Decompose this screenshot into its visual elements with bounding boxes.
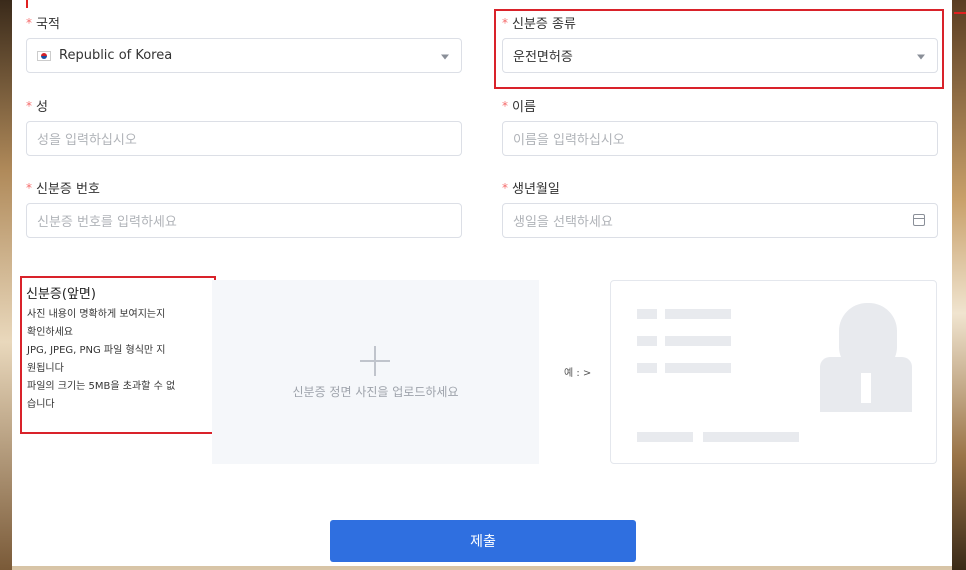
instruction-line: 확인하세요 xyxy=(27,327,73,338)
instruction-line: JPG, JPEG, PNG 파일 형식만 지 xyxy=(27,345,166,356)
card-line xyxy=(637,432,693,442)
nationality-label: * 국적 xyxy=(26,13,60,33)
card-line xyxy=(637,309,657,319)
nationality-value: Republic of Korea xyxy=(59,48,173,63)
example-id-card xyxy=(610,280,937,464)
calendar-icon xyxy=(913,214,925,226)
chevron-down-icon xyxy=(441,54,449,59)
surname-input[interactable]: 성을 입력하십시오 xyxy=(26,121,462,156)
id-front-title: 신분증(앞면) xyxy=(26,287,96,302)
person-icon xyxy=(839,303,897,373)
id-number-placeholder: 신분증 번호를 입력하세요 xyxy=(37,215,177,230)
instruction-line: 원됩니다 xyxy=(27,363,64,374)
instruction-line: 파일의 크기는 5MB을 초과할 수 없 xyxy=(27,381,176,392)
given-name-label-text: 이름 xyxy=(512,100,536,115)
background-right xyxy=(952,0,966,570)
submit-button[interactable]: 제출 xyxy=(330,520,636,562)
plus-icon-bar xyxy=(360,360,390,362)
required-mark: * xyxy=(26,180,32,195)
verification-form: * 국적 Republic of Korea * 신분증 종류 운전면허증 * … xyxy=(12,0,952,566)
highlight-marker xyxy=(954,12,966,14)
given-name-placeholder: 이름을 입력하십시오 xyxy=(513,133,625,148)
instruction-line: 습니다 xyxy=(27,399,55,410)
card-line xyxy=(637,336,657,346)
required-mark: * xyxy=(502,180,508,195)
surname-label: * 성 xyxy=(26,96,48,116)
id-number-input[interactable]: 신분증 번호를 입력하세요 xyxy=(26,203,462,238)
given-name-input[interactable]: 이름을 입력하십시오 xyxy=(502,121,938,156)
birth-date-label: * 생년월일 xyxy=(502,178,560,198)
instruction-line: 사진 내용이 명확하게 보여지는지 xyxy=(27,309,166,320)
korea-flag-icon xyxy=(37,50,51,61)
birth-date-placeholder: 생일을 선택하세요 xyxy=(513,215,613,230)
person-icon-tie xyxy=(861,373,871,403)
required-mark: * xyxy=(502,98,508,113)
given-name-label: * 이름 xyxy=(502,96,536,116)
example-label: 예 : > xyxy=(564,368,592,379)
id-number-label: * 신분증 번호 xyxy=(26,178,100,198)
nationality-label-text: 국적 xyxy=(36,17,60,32)
birth-date-label-text: 생년월일 xyxy=(512,182,560,197)
background-left xyxy=(0,0,12,570)
card-line xyxy=(665,363,731,373)
id-front-instructions: 사진 내용이 명확하게 보여지는지 확인하세요 JPG, JPEG, PNG 파… xyxy=(27,306,213,414)
surname-label-text: 성 xyxy=(36,100,48,115)
card-line xyxy=(665,309,731,319)
card-line xyxy=(703,432,799,442)
surname-placeholder: 성을 입력하십시오 xyxy=(37,133,137,148)
required-mark: * xyxy=(26,15,32,30)
id-number-label-text: 신분증 번호 xyxy=(36,182,100,197)
birth-date-picker[interactable]: 생일을 선택하세요 xyxy=(502,203,938,238)
nationality-select[interactable]: Republic of Korea xyxy=(26,38,462,73)
required-mark: * xyxy=(26,98,32,113)
upload-hint: 신분증 정면 사진을 업로드하세요 xyxy=(292,385,459,399)
card-line xyxy=(665,336,731,346)
card-line xyxy=(637,363,657,373)
id-front-upload[interactable]: 신분증 정면 사진을 업로드하세요 xyxy=(212,280,539,464)
id-type-highlight-box xyxy=(494,9,944,89)
highlight-marker xyxy=(26,0,28,8)
